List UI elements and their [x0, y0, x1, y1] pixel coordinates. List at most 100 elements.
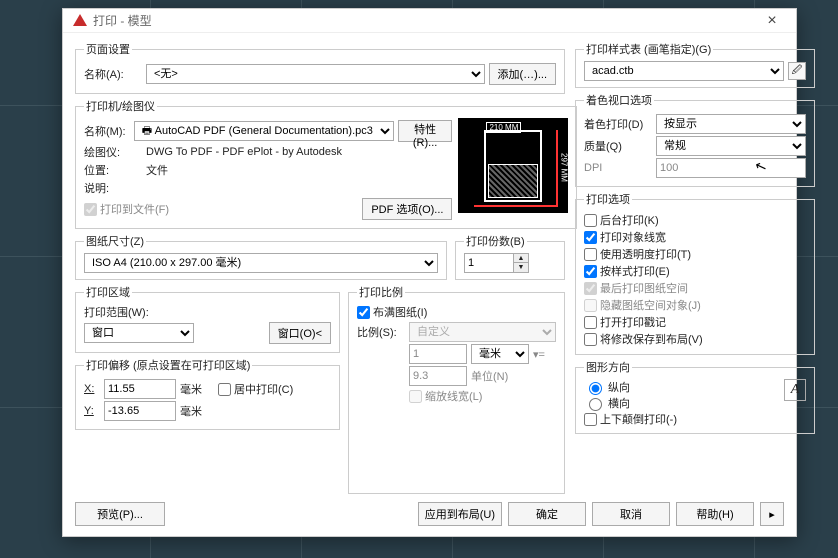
expand-icon[interactable]: ▸: [760, 502, 784, 526]
copies-legend: 打印份数(B): [464, 233, 527, 249]
help-button[interactable]: 帮助(H): [676, 502, 754, 526]
copies-group: 打印份数(B) ▲▼: [455, 233, 565, 280]
dialog-button-bar: 预览(P)... 应用到布局(U) 确定 取消 帮助(H) ▸: [63, 496, 796, 536]
shaded-viewport-legend: 着色视口选项: [584, 92, 654, 108]
offset-y-input[interactable]: [104, 401, 176, 421]
what-to-plot-label: 打印范围(W):: [84, 304, 331, 320]
plot-area-legend: 打印区域: [84, 284, 132, 300]
plot-option-0[interactable]: 后台打印(K): [584, 212, 806, 228]
location-label: 位置:: [84, 162, 142, 178]
printer-name-select[interactable]: 🖶 AutoCAD PDF (General Documentation).pc…: [134, 121, 394, 141]
autocad-logo-icon: [73, 14, 87, 28]
plot-option-label: 打印对象线宽: [600, 229, 666, 245]
plot-options-legend: 打印选项: [584, 191, 632, 207]
plot-scale-group: 打印比例 布满图纸(I) 比例(S): 自定义 毫米 ▾=: [348, 284, 565, 494]
copies-input[interactable]: [464, 253, 514, 273]
plot-to-file-checkbox[interactable]: 打印到文件(F): [84, 201, 169, 217]
plot-offset-legend: 打印偏移 (原点设置在可打印区域): [84, 357, 252, 373]
plot-style-table-select[interactable]: acad.ctb: [584, 61, 784, 81]
plot-option-label: 打开打印戳记: [600, 314, 666, 330]
paper-preview: 210 MM 297 MM: [458, 118, 568, 213]
equals-icon: ▾=: [533, 348, 545, 361]
location-value: 文件: [146, 162, 168, 178]
cancel-button[interactable]: 取消: [592, 502, 670, 526]
plotter-label: 绘图仪:: [84, 144, 142, 160]
orientation-preview-icon: A: [784, 379, 806, 401]
plot-option-label: 按样式打印(E): [600, 263, 670, 279]
plot-option-1[interactable]: 打印对象线宽: [584, 229, 806, 245]
add-page-setup-button[interactable]: 添加(…)...: [489, 63, 557, 85]
edit-style-table-icon[interactable]: 🖉: [788, 62, 806, 80]
printer-name-label: 名称(M):: [84, 123, 130, 139]
paper-size-legend: 图纸尺寸(Z): [84, 233, 146, 249]
plot-style-table-legend: 打印样式表 (画笔指定)(G): [584, 41, 713, 57]
preview-button[interactable]: 预览(P)...: [75, 502, 165, 526]
page-name-select[interactable]: <无>: [146, 64, 485, 84]
page-setup-group: 页面设置 名称(A): <无> 添加(…)...: [75, 41, 565, 94]
printer-legend: 打印机/绘图仪: [84, 98, 157, 114]
dpi-label: DPI: [584, 162, 652, 174]
plot-offset-group: 打印偏移 (原点设置在可打印区域) X: 毫米 居中打印(C) Y: 毫米: [75, 357, 340, 430]
copies-down-icon[interactable]: ▼: [514, 263, 528, 272]
landscape-radio[interactable]: 横向: [584, 395, 784, 411]
page-name-label: 名称(A):: [84, 66, 142, 82]
window-title: 打印 - 模型: [93, 12, 152, 29]
shaded-viewport-group: 着色视口选项 着色打印(D)按显示 质量(Q)常规 DPI: [575, 92, 815, 187]
what-to-plot-select[interactable]: 窗口: [84, 323, 194, 343]
scale-den-unit: 单位(N): [471, 368, 508, 384]
paper-size-select[interactable]: ISO A4 (210.00 x 297.00 毫米): [84, 253, 438, 273]
scale-label: 比例(S):: [357, 324, 405, 340]
printer-group: 打印机/绘图仪 名称(M): 🖶 AutoCAD PDF (General Do…: [75, 98, 577, 229]
scale-select: 自定义: [409, 322, 556, 342]
dpi-input: [656, 158, 806, 178]
offset-y-label: Y:: [84, 405, 100, 417]
copies-up-icon[interactable]: ▲: [514, 254, 528, 263]
shade-plot-label: 着色打印(D): [584, 116, 652, 132]
page-setup-legend: 页面设置: [84, 41, 132, 57]
plotter-value: DWG To PDF - PDF ePlot - by Autodesk: [146, 146, 342, 158]
plot-option-label: 使用透明度打印(T): [600, 246, 691, 262]
plot-options-group: 打印选项 后台打印(K)打印对象线宽使用透明度打印(T)按样式打印(E)最后打印…: [575, 191, 815, 355]
quality-select[interactable]: 常规: [656, 136, 806, 156]
upside-down-checkbox[interactable]: 上下颠倒打印(-): [584, 411, 784, 427]
orientation-legend: 图形方向: [584, 359, 632, 375]
plot-area-group: 打印区域 打印范围(W): 窗口 窗口(O)<: [75, 284, 340, 353]
plot-option-5: 隐藏图纸空间对象(J): [584, 297, 806, 313]
plot-scale-legend: 打印比例: [357, 284, 405, 300]
offset-x-label: X:: [84, 383, 100, 395]
portrait-radio[interactable]: 纵向: [584, 379, 784, 395]
fit-to-paper-checkbox[interactable]: 布满图纸(I): [357, 304, 556, 320]
orientation-group: 图形方向 纵向 横向 上下颠倒打印(-) A: [575, 359, 815, 434]
printer-props-button[interactable]: 特性(R)...: [398, 120, 453, 142]
titlebar: 打印 - 模型 ×: [63, 9, 796, 33]
plot-option-7[interactable]: 将修改保存到布局(V): [584, 331, 806, 347]
plot-option-2[interactable]: 使用透明度打印(T): [584, 246, 806, 262]
plot-option-label: 将修改保存到布局(V): [600, 331, 703, 347]
close-icon[interactable]: ×: [752, 12, 792, 30]
shade-plot-select[interactable]: 按显示: [656, 114, 806, 134]
plot-option-label: 最后打印图纸空间: [600, 280, 688, 296]
plot-to-file-input[interactable]: [84, 203, 97, 216]
quality-label: 质量(Q): [584, 138, 652, 154]
ok-button[interactable]: 确定: [508, 502, 586, 526]
pdf-options-button[interactable]: PDF 选项(O)...: [362, 198, 452, 220]
plot-option-label: 后台打印(K): [600, 212, 659, 228]
scale-lineweights-checkbox: 缩放线宽(L): [409, 388, 482, 404]
paper-size-group: 图纸尺寸(Z) ISO A4 (210.00 x 297.00 毫米): [75, 233, 447, 280]
scale-den-input: [409, 366, 467, 386]
plot-dialog: 打印 - 模型 × 页面设置 名称(A): <无> 添加(…)... 打印机/绘…: [62, 8, 797, 537]
plot-style-table-group: 打印样式表 (画笔指定)(G) acad.ctb 🖉: [575, 41, 815, 88]
plot-option-3[interactable]: 按样式打印(E): [584, 263, 806, 279]
offset-y-unit: 毫米: [180, 403, 202, 419]
offset-x-input[interactable]: [104, 379, 176, 399]
plot-option-6[interactable]: 打开打印戳记: [584, 314, 806, 330]
window-pick-button[interactable]: 窗口(O)<: [269, 322, 331, 344]
description-label: 说明:: [84, 180, 142, 196]
copies-spinner[interactable]: ▲▼: [464, 253, 529, 273]
preview-height-label: 297 MM: [559, 153, 568, 182]
scale-num-unit[interactable]: 毫米: [471, 344, 529, 364]
scale-num-input: [409, 344, 467, 364]
apply-to-layout-button[interactable]: 应用到布局(U): [418, 502, 502, 526]
plot-option-label: 隐藏图纸空间对象(J): [600, 297, 701, 313]
center-plot-checkbox[interactable]: 居中打印(C): [218, 381, 293, 397]
